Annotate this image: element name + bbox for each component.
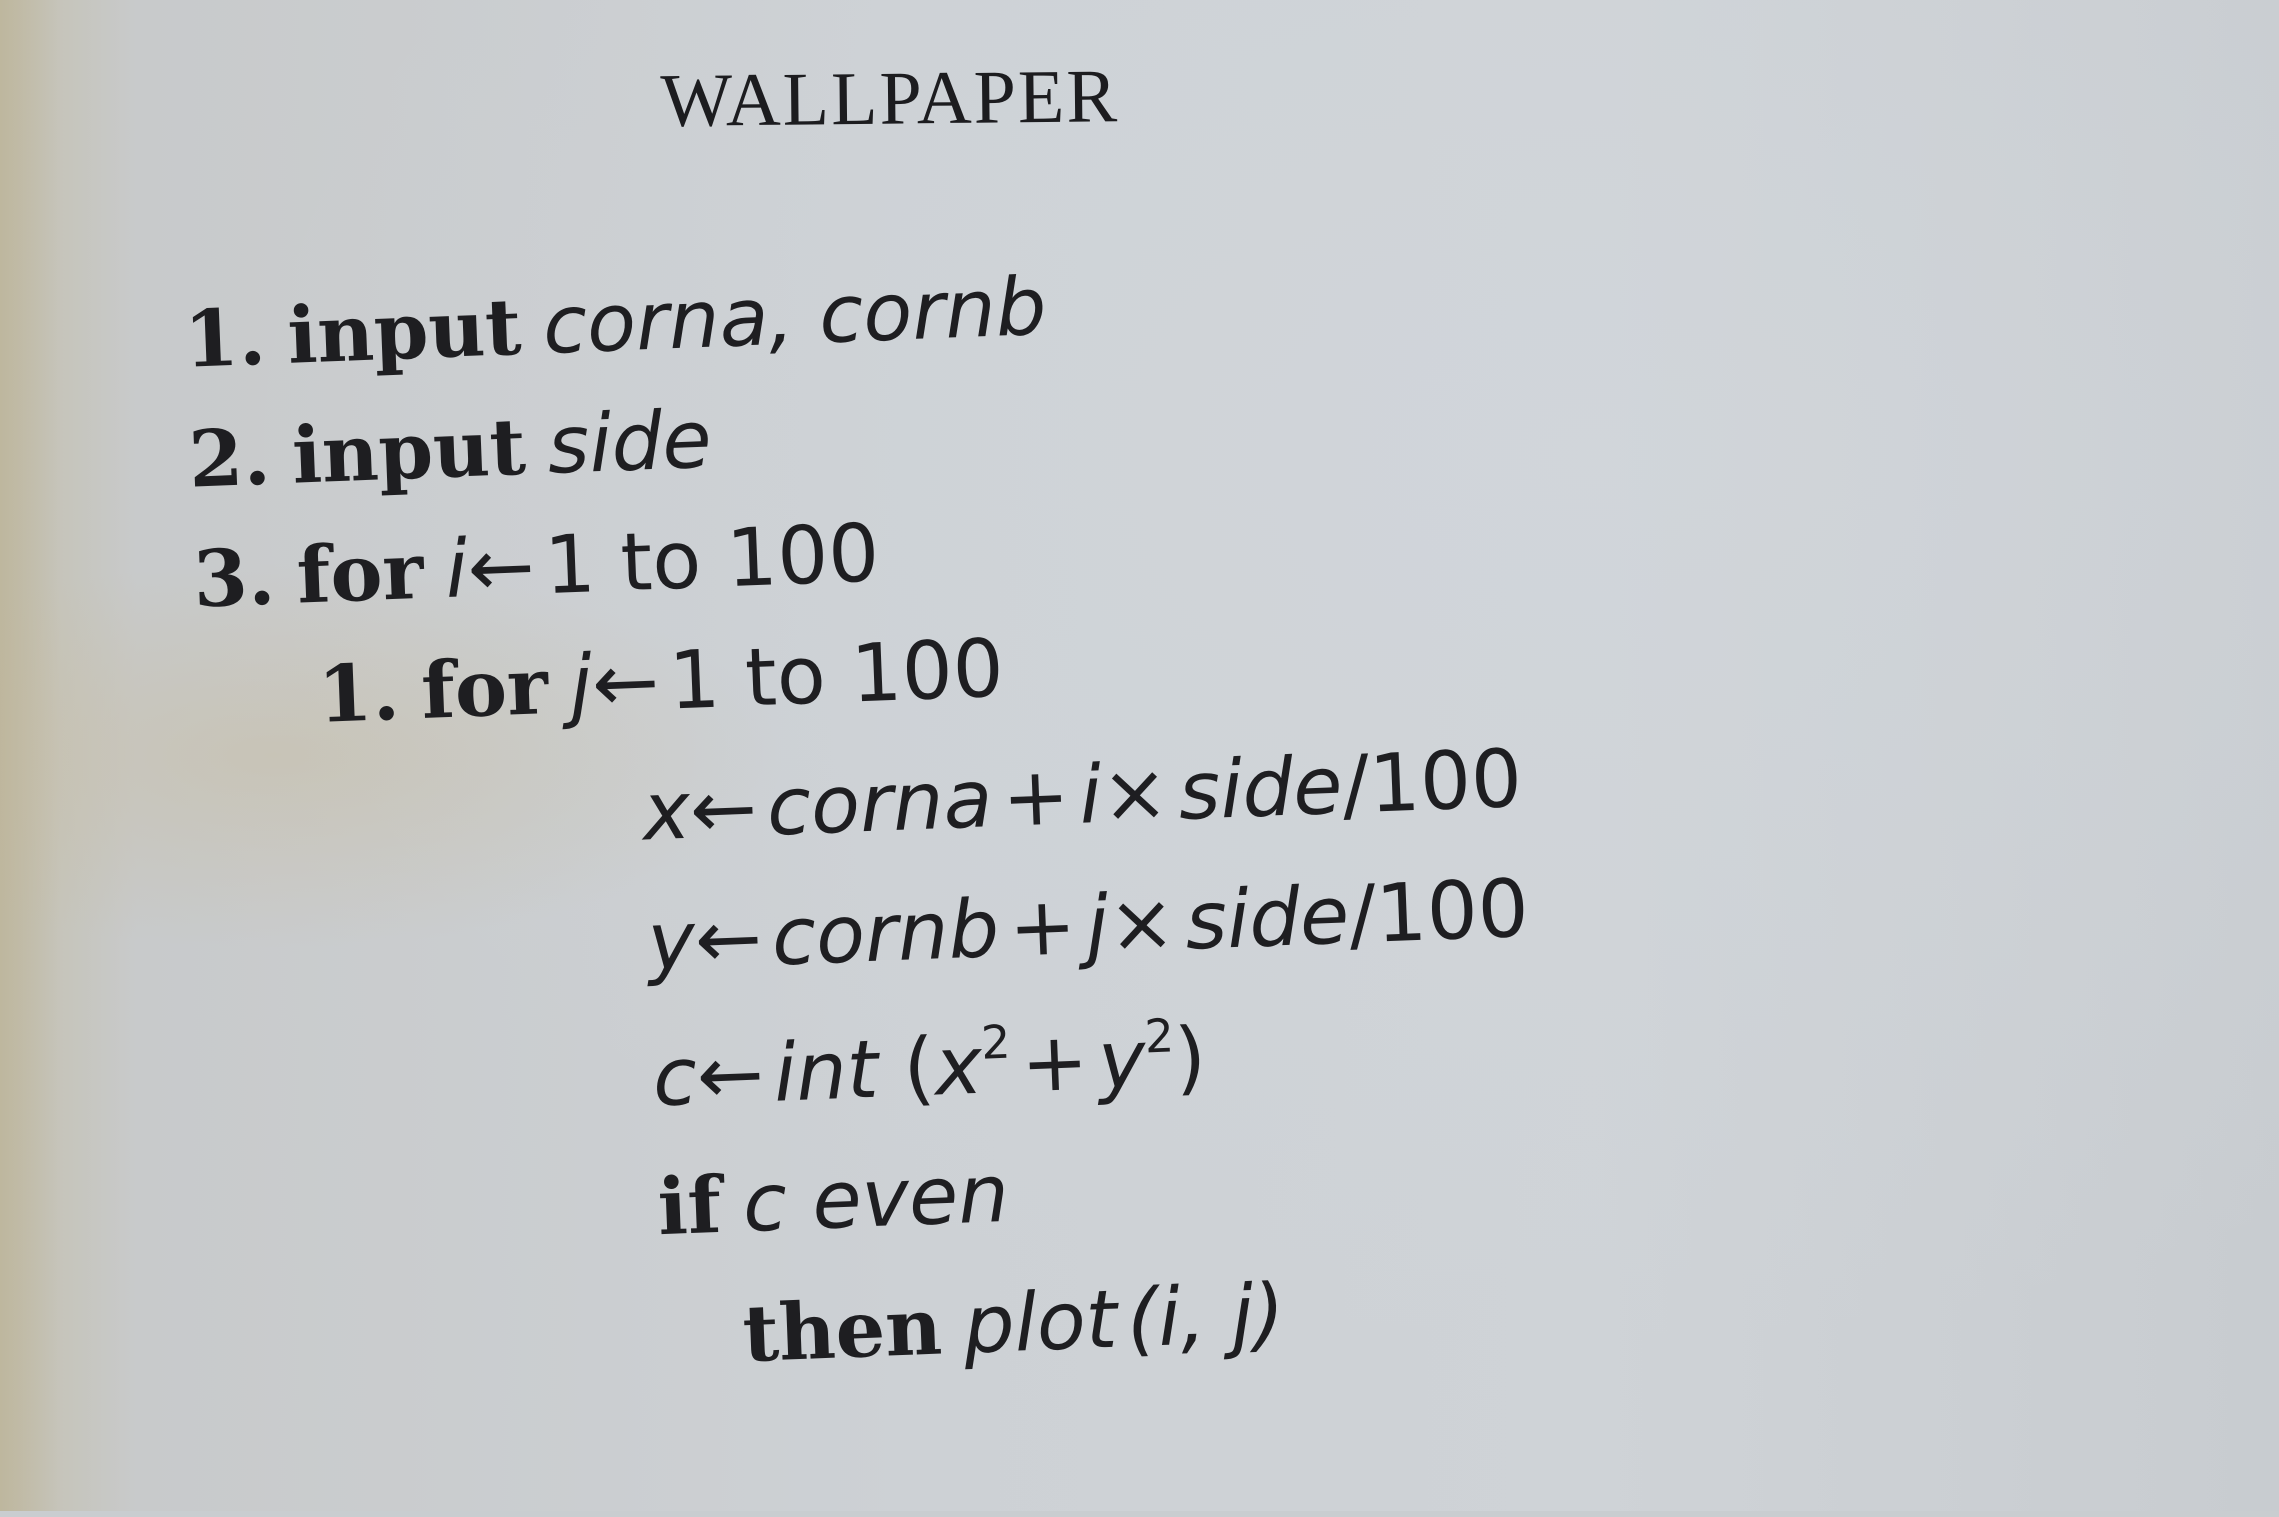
times-sign: × xyxy=(1106,875,1178,971)
algorithm-listing: 1. input corna, cornb 2. input side 3. for i←1… xyxy=(0,0,2279,1517)
lhs-variable: x xyxy=(640,763,692,859)
step-3-1: 1. for j←1 to 100 xyxy=(316,622,1005,741)
assign-arrow: ← xyxy=(695,1027,766,1123)
term-x: x xyxy=(932,1018,984,1114)
term-cornb: cornb xyxy=(770,882,1001,984)
lhs-variable: c xyxy=(651,1029,699,1125)
step-number: 1. xyxy=(182,291,268,386)
step-3: 3. for i←1 to 100 xyxy=(192,506,881,625)
keyword-then: then xyxy=(741,1281,944,1381)
keyword-input: input xyxy=(285,281,523,382)
step-1: 1. input corna, cornb xyxy=(183,260,1049,386)
step-number: 3. xyxy=(191,531,277,626)
assign-y: y←cornb+j×side/100 xyxy=(646,862,1530,989)
assign-arrow: ← xyxy=(465,519,537,616)
loop-range: 1 to 100 xyxy=(667,621,1006,728)
term-corna: corna xyxy=(765,752,995,854)
assign-c: c←int (x2 +y2) xyxy=(651,1008,1208,1124)
term-y: y xyxy=(1096,1012,1148,1108)
step-2: 2. input side xyxy=(187,393,713,506)
keyword-if: if xyxy=(656,1159,723,1254)
step-number: 1. xyxy=(316,646,402,741)
open-paren: ( xyxy=(876,1020,937,1116)
plus-sign: + xyxy=(1000,749,1072,845)
divide-100: /100 xyxy=(1340,731,1524,832)
keyword-for: for xyxy=(419,641,550,737)
close-paren: ) xyxy=(1172,1010,1208,1105)
assign-arrow: ← xyxy=(590,634,661,731)
exponent: 2 xyxy=(1143,1008,1175,1064)
function-int: int xyxy=(772,1022,880,1120)
assign-arrow: ← xyxy=(688,761,759,857)
input-args: side xyxy=(545,392,714,492)
then-statement: then plot(i, j) xyxy=(741,1266,1286,1380)
keyword-input: input xyxy=(290,401,528,502)
plot-args: (i, j) xyxy=(1125,1266,1287,1366)
book-page: WALLPAPER 1. input corna, cornb 2. input sid… xyxy=(0,0,2279,1511)
plus-sign: + xyxy=(1019,1014,1090,1111)
if-statement: if c even xyxy=(656,1147,1010,1253)
divide-100: /100 xyxy=(1347,861,1531,962)
input-args: corna, cornb xyxy=(541,259,1049,373)
keyword-for: for xyxy=(295,525,426,622)
term-side: side xyxy=(1183,868,1351,968)
step-number: 2. xyxy=(187,411,272,506)
lhs-variable: y xyxy=(645,893,697,989)
condition: c even xyxy=(741,1146,1011,1250)
exponent: 2 xyxy=(980,1014,1012,1070)
loop-range: 1 to 100 xyxy=(542,506,881,613)
assign-arrow: ← xyxy=(693,891,764,987)
assign-x: x←corna+i×side/100 xyxy=(641,732,1524,859)
term-side: side xyxy=(1176,738,1345,838)
function-plot: plot xyxy=(961,1272,1119,1372)
times-sign: × xyxy=(1099,745,1171,841)
plus-sign: + xyxy=(1007,879,1078,975)
